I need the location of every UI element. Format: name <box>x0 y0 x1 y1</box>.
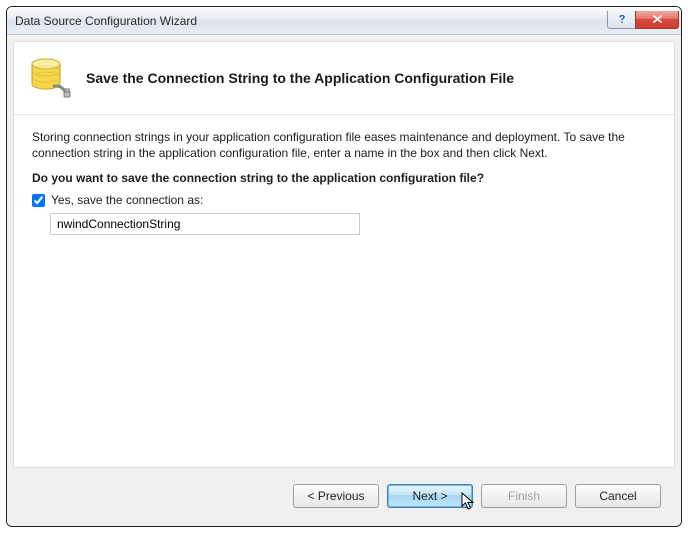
window-title: Data Source Configuration Wizard <box>15 14 607 28</box>
outer-frame: Data Source Configuration Wizard <box>6 6 682 527</box>
page-title: Save the Connection String to the Applic… <box>86 70 514 86</box>
save-checkbox-row[interactable]: Yes, save the connection as: <box>32 193 656 207</box>
connection-name-input[interactable] <box>50 213 360 235</box>
page-header: Save the Connection String to the Applic… <box>14 42 674 115</box>
dialog-window: Data Source Configuration Wizard <box>7 7 681 526</box>
help-button[interactable] <box>607 11 635 29</box>
question-text: Do you want to save the connection strin… <box>32 171 656 185</box>
page-body: Storing connection strings in your appli… <box>14 115 674 467</box>
close-button[interactable] <box>635 11 679 29</box>
intro-text: Storing connection strings in your appli… <box>32 129 656 161</box>
titlebar: Data Source Configuration Wizard <box>7 7 681 35</box>
titlebar-buttons <box>607 11 679 31</box>
save-checkbox-label: Yes, save the connection as: <box>51 193 203 207</box>
button-footer: < Previous Next > Finish Cancel <box>13 474 675 520</box>
save-checkbox[interactable] <box>32 194 45 207</box>
content-panel: Save the Connection String to the Applic… <box>13 41 675 468</box>
close-icon <box>652 14 663 24</box>
database-icon <box>28 56 72 100</box>
help-icon <box>617 14 627 24</box>
finish-button[interactable]: Finish <box>481 484 567 508</box>
cancel-button[interactable]: Cancel <box>575 484 661 508</box>
previous-button[interactable]: < Previous <box>293 484 379 508</box>
next-button[interactable]: Next > <box>387 484 473 508</box>
